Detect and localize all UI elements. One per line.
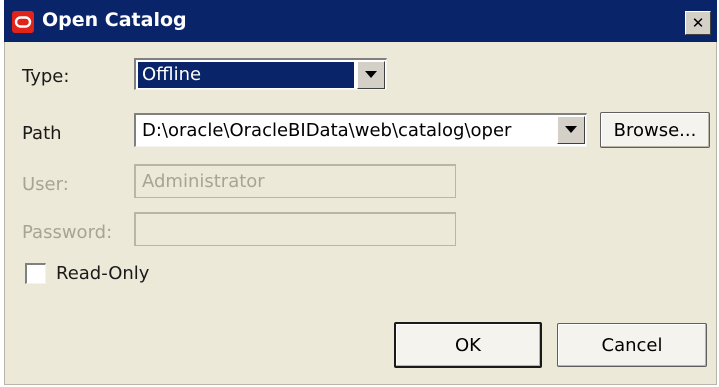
type-selected-value: Offline	[138, 62, 354, 88]
close-icon: ✕	[691, 13, 705, 32]
password-label: Password:	[22, 222, 113, 243]
close-button[interactable]: ✕	[685, 11, 711, 35]
chevron-down-icon	[565, 126, 577, 133]
password-field	[134, 212, 456, 246]
read-only-checkbox[interactable]	[25, 263, 46, 284]
chevron-down-icon	[365, 71, 377, 78]
oracle-logo-icon	[12, 11, 34, 33]
user-value: Administrator	[142, 171, 265, 192]
path-dropdown-button[interactable]	[557, 116, 585, 144]
title-bar[interactable]: Open Catalog ✕	[4, 0, 717, 42]
path-value[interactable]: D:\oracle\OracleBIData\web\catalog\oper	[142, 120, 552, 141]
window-title: Open Catalog	[42, 9, 187, 31]
type-label: Type:	[22, 66, 70, 87]
browse-button[interactable]: Browse...	[600, 112, 710, 148]
read-only-label[interactable]: Read-Only	[56, 263, 149, 284]
path-label: Path	[22, 123, 62, 144]
type-select[interactable]: Offline	[134, 58, 387, 90]
type-dropdown-button[interactable]	[357, 61, 385, 89]
ok-button[interactable]: OK	[394, 322, 542, 368]
open-catalog-dialog: Open Catalog ✕ Type: Offline Path D:\ora…	[4, 0, 717, 385]
user-label: User:	[22, 174, 69, 195]
user-field: Administrator	[134, 164, 456, 198]
cancel-button[interactable]: Cancel	[557, 323, 707, 367]
path-combobox[interactable]: D:\oracle\OracleBIData\web\catalog\oper	[134, 113, 587, 147]
